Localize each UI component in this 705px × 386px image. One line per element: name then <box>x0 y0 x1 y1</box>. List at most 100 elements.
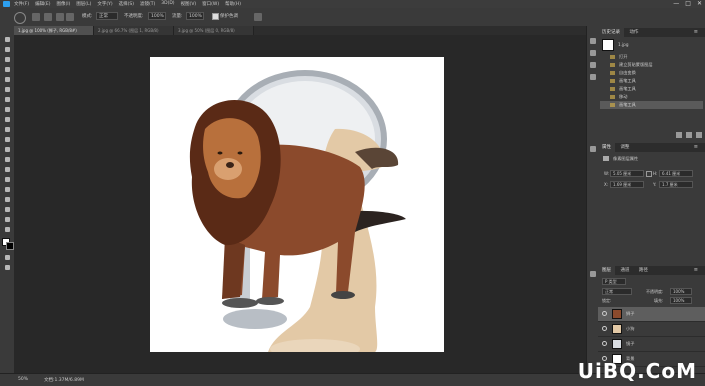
brush-settings-icon[interactable] <box>66 13 74 21</box>
pressure-icon[interactable] <box>254 13 262 21</box>
history-state[interactable]: 建立剪贴蒙版图层 <box>600 61 703 69</box>
menu-edit[interactable]: 编辑(E) <box>35 1 50 7</box>
tab-doc-3[interactable]: 3.jpg @ 50% (图层 0, RGB/8) <box>174 26 254 35</box>
panel-menu-icon[interactable]: ≡ <box>690 28 702 37</box>
menu-file[interactable]: 文件(F) <box>14 1 29 7</box>
menu-select[interactable]: 选择(S) <box>119 1 134 7</box>
minimize-button[interactable]: — <box>673 0 679 7</box>
menu-filter[interactable]: 滤镜(T) <box>140 1 155 7</box>
layer-filter-select[interactable]: P 类型 <box>602 278 626 285</box>
fill-field[interactable]: 100% <box>670 297 692 304</box>
y-label: Y: <box>653 182 657 187</box>
move-tool-icon[interactable] <box>3 36 11 43</box>
height-field[interactable]: 6.41 厘米 <box>659 170 693 177</box>
pen-tool-icon[interactable] <box>3 176 11 183</box>
swatches-panel-icon[interactable] <box>590 74 596 80</box>
blur-tool-icon[interactable] <box>3 156 11 163</box>
history-state[interactable]: 自由变换 <box>600 69 703 77</box>
protect-tones-checkbox[interactable] <box>212 13 219 20</box>
y-field[interactable]: 1.7 厘米 <box>659 181 693 188</box>
history-brush-tool-icon[interactable] <box>3 126 11 133</box>
layer-opacity-field[interactable]: 100% <box>670 288 692 295</box>
history-state[interactable]: 画笔工具 <box>600 77 703 85</box>
shape-tool-icon[interactable] <box>3 206 11 213</box>
tab-layers[interactable]: 图层 <box>598 266 615 275</box>
layer-thumbnail <box>612 309 622 319</box>
clone-stamp-tool-icon[interactable] <box>3 116 11 123</box>
snapshot-thumb[interactable] <box>602 39 614 51</box>
magic-wand-tool-icon[interactable] <box>3 66 11 73</box>
brushes-panel-icon[interactable] <box>590 62 596 68</box>
dodge-tool-icon[interactable] <box>3 166 11 173</box>
layer-row-puppy[interactable]: 小狗 <box>598 322 705 337</box>
history-panel-icon[interactable] <box>590 38 596 44</box>
close-button[interactable]: ✕ <box>697 0 702 7</box>
history-state[interactable]: 画笔工具 <box>600 85 703 93</box>
tab-paths[interactable]: 路径 <box>635 266 652 275</box>
color-swatches[interactable] <box>2 238 14 250</box>
tab-doc-2[interactable]: 2.jpg @ 66.7% (图层 1, RGB/8) <box>94 26 174 35</box>
mode-select[interactable]: 正常 <box>96 12 118 20</box>
tab-actions[interactable]: 动作 <box>625 28 642 37</box>
menu-view[interactable]: 视图(V) <box>181 1 197 7</box>
snapshot-name[interactable]: 1.jpg <box>618 42 628 47</box>
flow-field[interactable]: 100% <box>186 12 204 20</box>
zoom-tool-icon[interactable] <box>3 226 11 233</box>
x-field[interactable]: 1.69 厘米 <box>610 181 644 188</box>
tab-history[interactable]: 历史记录 <box>598 28 624 37</box>
history-state-current[interactable]: 画笔工具 <box>600 101 703 109</box>
visibility-eye-icon[interactable] <box>602 326 607 331</box>
path-selection-tool-icon[interactable] <box>3 196 11 203</box>
tab-properties[interactable]: 属性 <box>598 143 615 152</box>
brush-tool-icon[interactable] <box>3 106 11 113</box>
tab-doc-1[interactable]: 1.jpg @ 100% (狮子, RGB/8#) <box>14 26 94 35</box>
actions-panel-icon[interactable] <box>590 50 596 56</box>
document-canvas[interactable] <box>150 57 444 352</box>
visibility-eye-icon[interactable] <box>602 341 607 346</box>
history-state[interactable]: 移动 <box>600 93 703 101</box>
history-state[interactable]: 打开 <box>600 53 703 61</box>
layer-row-lion[interactable]: 狮子 <box>598 307 705 322</box>
maximize-button[interactable]: □ <box>685 0 691 7</box>
link-icon[interactable] <box>646 171 652 177</box>
quick-mask-icon[interactable] <box>3 254 11 261</box>
tab-channels[interactable]: 通道 <box>616 266 633 275</box>
opacity-field[interactable]: 100% <box>148 12 166 20</box>
background-color[interactable] <box>6 242 14 250</box>
tool-preset-picker[interactable] <box>14 12 26 24</box>
menu-layer[interactable]: 图层(L) <box>76 1 91 7</box>
delete-state-icon[interactable] <box>696 132 702 138</box>
menu-window[interactable]: 窗口(W) <box>202 1 219 7</box>
eyedropper-tool-icon[interactable] <box>3 86 11 93</box>
tab-adjustments[interactable]: 调整 <box>616 143 633 152</box>
new-document-icon[interactable] <box>686 132 692 138</box>
layers-panel-icon[interactable] <box>590 271 596 277</box>
menu-3d[interactable]: 3D(D) <box>161 1 174 7</box>
brush-panel-icon[interactable] <box>44 13 52 21</box>
new-snapshot-icon[interactable] <box>676 132 682 138</box>
menu-help[interactable]: 帮助(H) <box>225 1 241 7</box>
brush-size-icon[interactable] <box>32 13 40 21</box>
layer-row-mirror[interactable]: 镜子 <box>598 337 705 352</box>
lasso-tool-icon[interactable] <box>3 56 11 63</box>
visibility-eye-icon[interactable] <box>602 311 607 316</box>
screen-mode-icon[interactable] <box>3 264 11 271</box>
zoom-level[interactable]: 50% <box>18 377 28 382</box>
marquee-tool-icon[interactable] <box>3 46 11 53</box>
crop-tool-icon[interactable] <box>3 76 11 83</box>
healing-brush-tool-icon[interactable] <box>3 96 11 103</box>
menu-type[interactable]: 文字(Y) <box>97 1 112 7</box>
brush-mode-icon[interactable] <box>56 13 64 21</box>
width-field[interactable]: 5.05 厘米 <box>610 170 644 177</box>
tools-panel <box>0 26 15 376</box>
hand-tool-icon[interactable] <box>3 216 11 223</box>
document-tabs: 1.jpg @ 100% (狮子, RGB/8#) 2.jpg @ 66.7% … <box>14 26 586 35</box>
properties-panel-icon[interactable] <box>590 146 596 152</box>
type-tool-icon[interactable] <box>3 186 11 193</box>
gradient-tool-icon[interactable] <box>3 146 11 153</box>
blend-mode-select[interactable]: 正常 <box>602 288 632 295</box>
panel-menu-icon[interactable]: ≡ <box>690 143 702 152</box>
panel-menu-icon[interactable]: ≡ <box>690 266 702 275</box>
eraser-tool-icon[interactable] <box>3 136 11 143</box>
menu-image[interactable]: 图像(I) <box>56 1 70 7</box>
